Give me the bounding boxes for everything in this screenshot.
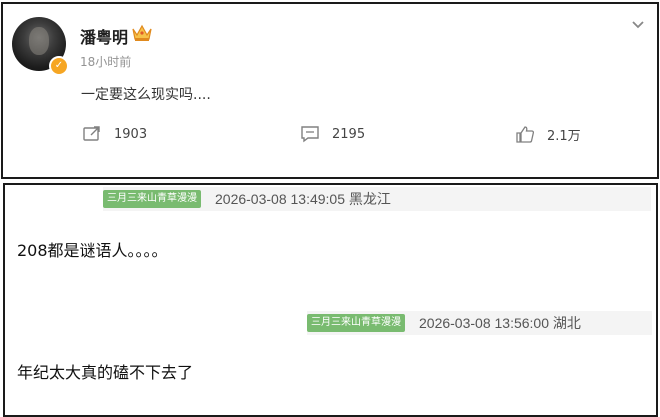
comment-time-location: 2026-03-08 13:49:05 黑龙江 <box>215 191 391 207</box>
comment-time-location: 2026-03-08 13:56:00 湖北 <box>419 315 581 331</box>
crown-icon <box>132 24 152 41</box>
weibo-post-card: ✓ 潘粤明 18小时前 一定要这么现实吗.... 1903 2195 2.1万 <box>1 2 659 179</box>
comment-icon <box>301 126 319 143</box>
comment-meta: 三月三来山青草漫漫 2026-03-08 13:56:00 湖北 <box>307 311 652 335</box>
comments-panel: 三月三来山青草漫漫 2026-03-08 13:49:05 黑龙江 208都是谜… <box>3 183 658 417</box>
chevron-down-icon[interactable] <box>631 20 645 30</box>
repost-icon <box>83 126 100 141</box>
post-timestamp: 18小时前 <box>80 55 132 69</box>
comment-text: 208都是谜语人。。。。 <box>17 241 168 260</box>
username[interactable]: 潘粤明 <box>80 24 128 48</box>
comment-text: 年纪太大真的磕不下去了 <box>17 363 194 382</box>
like-button[interactable]: 2.1万 <box>515 123 581 145</box>
comment-meta: 三月三来山青草漫漫 2026-03-08 13:49:05 黑龙江 <box>103 187 651 211</box>
comment-count: 2195 <box>332 126 366 142</box>
repost-count: 1903 <box>114 126 148 142</box>
verified-badge-icon: ✓ <box>49 56 69 76</box>
like-count: 2.1万 <box>547 128 581 144</box>
comment-user-tag[interactable]: 三月三来山青草漫漫 <box>103 190 201 208</box>
comment-user-tag[interactable]: 三月三来山青草漫漫 <box>307 314 405 332</box>
repost-button[interactable]: 1903 <box>82 123 147 145</box>
like-icon <box>516 126 535 143</box>
comment-button[interactable]: 2195 <box>300 123 365 145</box>
post-text: 一定要这么现实吗.... <box>81 87 211 103</box>
avatar-face <box>29 27 49 55</box>
